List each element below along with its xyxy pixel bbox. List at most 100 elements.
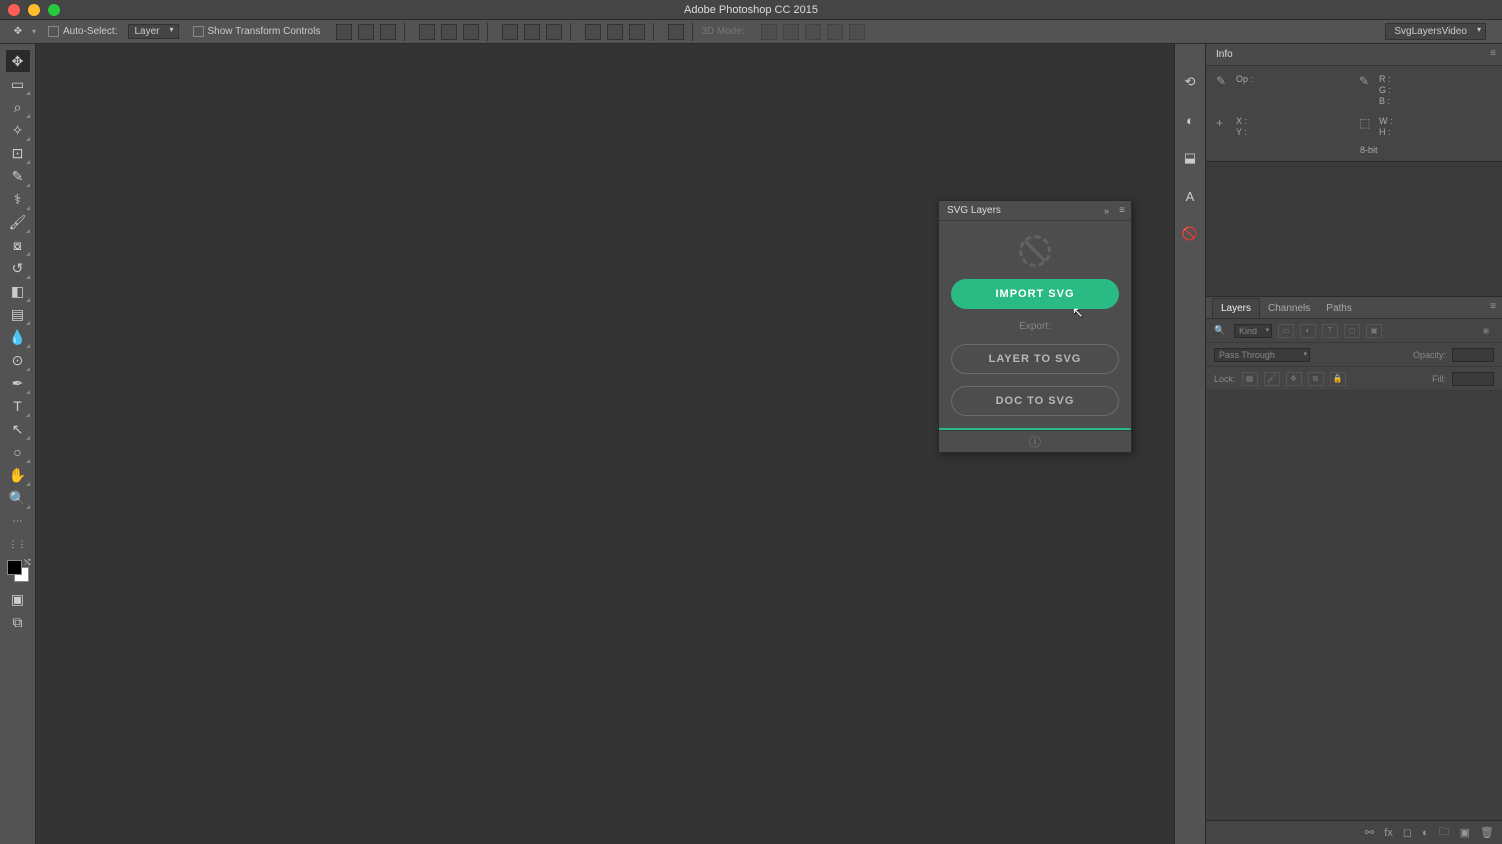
pen-tool[interactable]: ✒ [6,372,30,394]
fill-input[interactable] [1452,372,1494,386]
new-layer-icon[interactable]: ▣ [1460,826,1470,839]
lock-all-icon[interactable]: 🔒 [1330,372,1346,386]
dodge-tool[interactable]: ⊙ [6,349,30,371]
tool-preset-dropdown[interactable]: ▾ [32,27,36,36]
layer-mask-icon[interactable]: ◻ [1403,826,1412,839]
brush-tool[interactable]: 🖌 [6,211,30,233]
history-panel-icon[interactable]: ⟲ [1180,72,1200,92]
import-svg-button[interactable]: IMPORT SVG [951,279,1119,309]
y-readout: Y : [1236,127,1247,137]
slide-3d-icon[interactable] [827,24,843,40]
blend-mode-dropdown[interactable]: Pass Through [1214,348,1310,362]
mode-3d-group [761,24,865,40]
foreground-color[interactable] [7,560,22,575]
info-panel-tab[interactable]: Info ≡ [1206,44,1502,66]
auto-align-icon[interactable] [668,24,684,40]
lock-artboard-icon[interactable]: ⧉ [1308,372,1324,386]
eyedropper-tool[interactable]: ✎ [6,165,30,187]
workspace-selector[interactable]: SvgLayersVideo [1385,23,1486,40]
lock-position-icon[interactable]: ✥ [1286,372,1302,386]
character-panel-icon[interactable]: A [1180,186,1200,206]
filter-adjustment-icon[interactable]: ◐ [1300,324,1316,338]
distribute-left-icon[interactable] [585,24,601,40]
doc-to-svg-button[interactable]: DOC TO SVG [951,386,1119,416]
export-label: Export: [1019,321,1051,332]
move-tool[interactable]: ✥ [6,50,30,72]
edit-toolbar[interactable]: ⋮⋮ [6,533,30,555]
crop-tool[interactable]: ⊡ [6,142,30,164]
magic-wand-tool[interactable]: ✧ [6,119,30,141]
panel-menu-icon[interactable]: ≡ [1119,205,1125,216]
zoom-3d-icon[interactable] [849,24,865,40]
roll-3d-icon[interactable] [783,24,799,40]
distribute-right-icon[interactable] [629,24,645,40]
eraser-tool[interactable]: ◧ [6,280,30,302]
more-tools[interactable]: ⋯ [6,510,30,532]
blur-tool[interactable]: 💧 [6,326,30,348]
adjustment-layer-icon[interactable]: ◐ [1422,827,1429,839]
gradient-tool[interactable]: ▤ [6,303,30,325]
filter-shape-icon[interactable]: ◻ [1344,324,1360,338]
new-group-icon[interactable]: 🗀 [1439,823,1450,842]
close-window-button[interactable] [8,4,20,16]
opacity-input[interactable] [1452,348,1494,362]
layer-style-icon[interactable]: fx [1384,827,1393,839]
tab-paths[interactable]: Paths [1318,299,1360,318]
align-right-icon[interactable] [463,24,479,40]
layer-to-svg-button[interactable]: LAYER TO SVG [951,344,1119,374]
align-group [336,24,396,40]
pan-3d-icon[interactable] [805,24,821,40]
delete-layer-icon[interactable]: 🗑 [1480,826,1494,839]
filter-type-icon[interactable]: T [1322,324,1338,338]
zoom-tool[interactable]: 🔍 [6,487,30,509]
svg-layers-panel-header[interactable]: SVG Layers » ≡ [939,201,1131,221]
shape-tool[interactable]: ○ [6,441,30,463]
history-brush-tool[interactable]: ↺ [6,257,30,279]
panel-collapse-icon[interactable]: » [1104,206,1109,216]
tab-channels[interactable]: Channels [1260,299,1318,318]
orbit-3d-icon[interactable] [761,24,777,40]
filter-kind-dropdown[interactable]: Kind [1234,324,1272,338]
type-tool[interactable]: T [6,395,30,417]
layers-panel-menu-icon[interactable]: ≡ [1490,301,1496,312]
swap-colors-icon[interactable]: ⤭ [24,558,30,568]
hand-tool[interactable]: ✋ [6,464,30,486]
lasso-tool[interactable]: ⌕ [6,96,30,118]
show-transform-checkbox[interactable] [193,26,204,37]
auto-select-dropdown[interactable]: Layer [128,24,179,39]
filter-toggle-icon[interactable]: ◉ [1478,324,1494,338]
filter-pixel-icon[interactable]: ▭ [1278,324,1294,338]
maximize-window-button[interactable] [48,4,60,16]
auto-select-checkbox[interactable] [48,26,59,37]
distribute-top-icon[interactable] [502,24,518,40]
distribute-bottom-icon[interactable] [546,24,562,40]
svg-layers-title: SVG Layers [947,205,1001,216]
deny-panel-icon[interactable]: 🚫 [1180,224,1200,244]
filter-smart-icon[interactable]: ▣ [1366,324,1382,338]
properties-panel-icon[interactable]: ⬓ [1180,148,1200,168]
path-selection-tool[interactable]: ↖ [6,418,30,440]
clone-stamp-tool[interactable]: ⧇ [6,234,30,256]
healing-brush-tool[interactable]: ⚕ [6,188,30,210]
tab-layers[interactable]: Layers [1212,298,1260,318]
layers-list[interactable] [1206,391,1502,820]
lock-transparency-icon[interactable]: ▦ [1242,372,1258,386]
svg-panel-info[interactable]: ⓘ [939,430,1131,452]
distribute-vcenter-icon[interactable] [524,24,540,40]
lock-image-icon[interactable]: 🖌 [1264,372,1280,386]
color-swatches[interactable]: ⤭ [7,560,29,582]
minimize-window-button[interactable] [28,4,40,16]
align-hcenter-icon[interactable] [441,24,457,40]
distribute-hcenter-icon[interactable] [607,24,623,40]
screen-mode[interactable]: ⧉ [6,611,30,633]
panel-menu-icon[interactable]: ≡ [1490,48,1496,59]
marquee-tool[interactable]: ▭ [6,73,30,95]
adjustments-panel-icon[interactable]: ◐ [1180,110,1200,130]
align-top-icon[interactable] [336,24,352,40]
search-icon[interactable]: 🔍 [1214,325,1228,336]
quick-mask-mode[interactable]: ▣ [6,588,30,610]
align-left-icon[interactable] [419,24,435,40]
align-vcenter-icon[interactable] [358,24,374,40]
link-layers-icon[interactable]: ⚯ [1365,826,1374,839]
align-bottom-icon[interactable] [380,24,396,40]
